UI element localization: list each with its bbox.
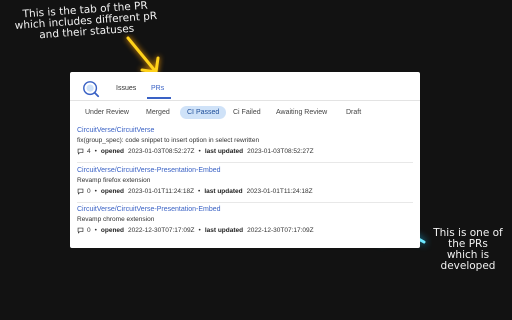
header-divider [70, 100, 420, 101]
comment-icon [77, 148, 84, 155]
pr-list-item: CircuitVerse/CircuitVerse-Presentation-E… [77, 206, 413, 234]
opened-label: opened [100, 227, 125, 234]
updated-label: last updated [204, 188, 243, 195]
pr-meta: 0 • opened 2022-12-30T07:17:09Z • last u… [77, 227, 413, 234]
pr-repo-link[interactable]: CircuitVerse/CircuitVerse [77, 127, 413, 134]
pr-repo-link[interactable]: CircuitVerse/CircuitVerse-Presentation-E… [77, 167, 413, 174]
opened-label: opened [100, 188, 125, 195]
pr-annotation-text: This is one of the PRs which is develope… [433, 227, 503, 272]
pr-title: fix(group_spec): code snippet to insert … [77, 137, 260, 144]
filter-ci-failed[interactable]: Ci Failed [226, 106, 268, 119]
pr-title: Revamp chrome extension [77, 216, 155, 223]
tab-issues[interactable]: Issues [116, 85, 136, 92]
opened-date: 2022-12-30T07:17:09Z [128, 227, 195, 234]
filter-draft[interactable]: Draft [339, 106, 368, 119]
updated-label: last updated [204, 227, 244, 234]
pr-panel: Issues PRs Under Review Merged CI Passed… [70, 72, 420, 248]
pr-divider [77, 162, 413, 163]
updated-label: last updated [204, 148, 244, 155]
pr-meta: 0 • opened 2023-01-01T11:24:18Z • last u… [77, 188, 413, 195]
comment-count: 4 [87, 148, 91, 155]
filter-merged[interactable]: Merged [139, 106, 177, 119]
pr-divider [77, 202, 413, 203]
comment-count: 0 [87, 188, 91, 195]
pr-repo-link[interactable]: CircuitVerse/CircuitVerse-Presentation-E… [77, 206, 413, 213]
comment-icon [77, 227, 84, 234]
updated-date: 2023-01-03T08:52:27Z [247, 148, 314, 155]
opened-date: 2023-01-01T11:24:18Z [128, 188, 195, 195]
opened-date: 2023-01-03T08:52:27Z [128, 148, 195, 155]
tab-prs[interactable]: PRs [151, 85, 164, 92]
opened-label: opened [100, 148, 125, 155]
pr-meta: 4 • opened 2023-01-03T08:52:27Z • last u… [77, 148, 413, 155]
pr-list-item: CircuitVerse/CircuitVerse fix(group_spec… [77, 127, 413, 155]
active-tab-indicator [147, 97, 171, 99]
filter-awaiting-review[interactable]: Awaiting Review [269, 106, 334, 119]
comment-icon [77, 188, 84, 195]
updated-date: 2023-01-01T11:24:18Z [246, 188, 313, 195]
filter-ci-passed[interactable]: CI Passed [180, 106, 227, 119]
comment-count: 0 [87, 227, 91, 234]
magnifier-logo-icon [83, 81, 100, 98]
pr-list-item: CircuitVerse/CircuitVerse-Presentation-E… [77, 167, 413, 195]
updated-date: 2022-12-30T07:17:09Z [247, 227, 314, 234]
filter-under-review[interactable]: Under Review [78, 106, 136, 119]
pr-title: Revamp firefox extension [77, 177, 151, 184]
